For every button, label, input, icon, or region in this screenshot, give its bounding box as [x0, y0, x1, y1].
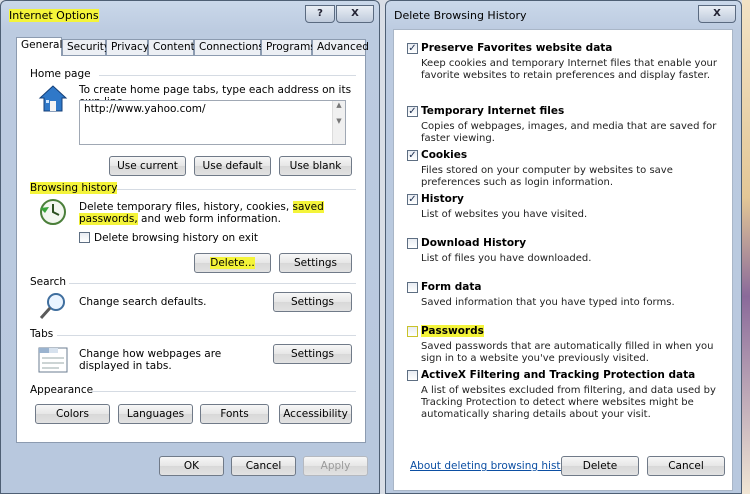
- history-icon: [40, 199, 66, 225]
- delete-button[interactable]: Delete: [561, 456, 639, 476]
- description-text-2: and web form information.: [141, 213, 281, 225]
- cookies-checkbox[interactable]: ✓: [407, 150, 418, 161]
- option-title: ActiveX Filtering and Tracking Protectio…: [421, 369, 696, 381]
- accessibility-button[interactable]: Accessibility: [279, 404, 352, 424]
- apply-button[interactable]: Apply: [303, 456, 368, 476]
- languages-button[interactable]: Languages: [118, 404, 193, 424]
- delete-on-exit-label: Delete browsing history on exit: [94, 232, 259, 244]
- download-history-checkbox[interactable]: [407, 238, 418, 249]
- activex-filtering-checkbox[interactable]: [407, 370, 418, 381]
- tabs-description: Change how webpages are displayed in tab…: [79, 348, 222, 372]
- home-icon: [38, 85, 68, 112]
- tab-security[interactable]: Security: [62, 39, 110, 55]
- delete-browsing-history-window: Delete Browsing History X ✓ Preserve Fav…: [385, 0, 742, 494]
- general-panel: Home page To create home page tabs, type…: [16, 55, 366, 443]
- title-bar[interactable]: Delete Browsing History X: [392, 5, 736, 27]
- description-text: Delete temporary files, history, cookies…: [79, 201, 293, 213]
- delete-on-exit-checkbox[interactable]: [79, 232, 90, 243]
- background-browser-edge: [742, 0, 750, 494]
- passwords-checkbox[interactable]: [407, 326, 418, 337]
- colors-button[interactable]: Colors: [35, 404, 110, 424]
- window-title: Internet Options: [9, 9, 99, 22]
- tab-privacy[interactable]: Privacy: [106, 39, 149, 55]
- option-title: History: [421, 193, 464, 205]
- option-description: Saved information that you have typed in…: [421, 297, 675, 308]
- window-title: Delete Browsing History: [394, 9, 527, 22]
- options-panel: ✓ Preserve Favorites website data Keep c…: [393, 29, 733, 491]
- form-data-checkbox[interactable]: [407, 282, 418, 293]
- title-bar[interactable]: Internet Options ? X: [7, 5, 374, 27]
- option-title: Download History: [421, 237, 527, 249]
- option-description: List of files you have downloaded.: [421, 253, 592, 264]
- option-title: Cookies: [421, 149, 468, 161]
- tab-content[interactable]: Content: [148, 39, 195, 55]
- option-title: Preserve Favorites website data: [421, 42, 613, 54]
- close-button[interactable]: X: [336, 5, 374, 23]
- tabs-label: Tabs: [30, 328, 54, 340]
- browsing-history-description: Delete temporary files, history, cookies…: [79, 201, 359, 225]
- delete-button-label: Delete...: [210, 257, 255, 269]
- tabs-icon: [38, 347, 68, 373]
- history-checkbox[interactable]: ✓: [407, 194, 418, 205]
- appearance-label: Appearance: [30, 384, 94, 396]
- delete-button[interactable]: Delete...: [194, 253, 271, 273]
- about-deleting-link[interactable]: About deleting browsing history: [410, 460, 578, 472]
- option-title: Form data: [421, 281, 482, 293]
- option-title: Passwords: [421, 325, 484, 337]
- home-page-value: http://www.yahoo.com/: [84, 103, 206, 115]
- cancel-button[interactable]: Cancel: [647, 456, 725, 476]
- search-description: Change search defaults.: [79, 296, 207, 308]
- option-description: List of websites you have visited.: [421, 209, 588, 220]
- option-description: A list of websites excluded from filteri…: [421, 385, 716, 420]
- search-settings-button[interactable]: Settings: [273, 292, 352, 312]
- tabs-settings-button[interactable]: Settings: [273, 344, 352, 364]
- option-description: Saved passwords that are automatically f…: [421, 341, 714, 364]
- preserve-favorites-checkbox[interactable]: ✓: [407, 43, 418, 54]
- tab-advanced[interactable]: Advanced: [312, 39, 369, 55]
- fonts-button[interactable]: Fonts: [200, 404, 269, 424]
- cancel-button[interactable]: Cancel: [231, 456, 296, 476]
- group-divider: [57, 335, 356, 336]
- tab-strip: General Security Privacy Content Connect…: [16, 37, 369, 56]
- home-page-input[interactable]: http://www.yahoo.com/ ▲ ▼: [79, 100, 346, 145]
- option-description: Files stored on your computer by website…: [421, 165, 673, 188]
- search-label: Search: [30, 276, 67, 288]
- use-current-button[interactable]: Use current: [109, 156, 186, 176]
- tab-programs[interactable]: Programs: [261, 39, 316, 55]
- option-description: Keep cookies and temporary Internet file…: [421, 58, 718, 81]
- tab-connections[interactable]: Connections: [194, 39, 264, 55]
- group-divider: [69, 283, 356, 284]
- tab-general[interactable]: General: [16, 37, 62, 56]
- temporary-files-checkbox[interactable]: ✓: [407, 106, 418, 117]
- use-blank-button[interactable]: Use blank: [279, 156, 352, 176]
- option-title: Temporary Internet files: [421, 105, 565, 117]
- option-description: Copies of webpages, images, and media th…: [421, 121, 717, 144]
- ok-button[interactable]: OK: [159, 456, 224, 476]
- browsing-history-label: Browsing history: [30, 182, 118, 194]
- group-divider: [117, 189, 356, 190]
- search-icon: [39, 293, 65, 320]
- internet-options-window: Internet Options ? X General Security Pr…: [0, 0, 380, 494]
- close-button[interactable]: X: [698, 5, 736, 23]
- textarea-scrollbar[interactable]: ▲ ▼: [332, 101, 345, 144]
- use-default-button[interactable]: Use default: [194, 156, 271, 176]
- home-page-label: Home page: [30, 68, 91, 80]
- browsing-history-settings-button[interactable]: Settings: [279, 253, 352, 273]
- group-divider: [91, 391, 356, 392]
- help-button[interactable]: ?: [305, 5, 335, 23]
- group-divider: [99, 75, 356, 76]
